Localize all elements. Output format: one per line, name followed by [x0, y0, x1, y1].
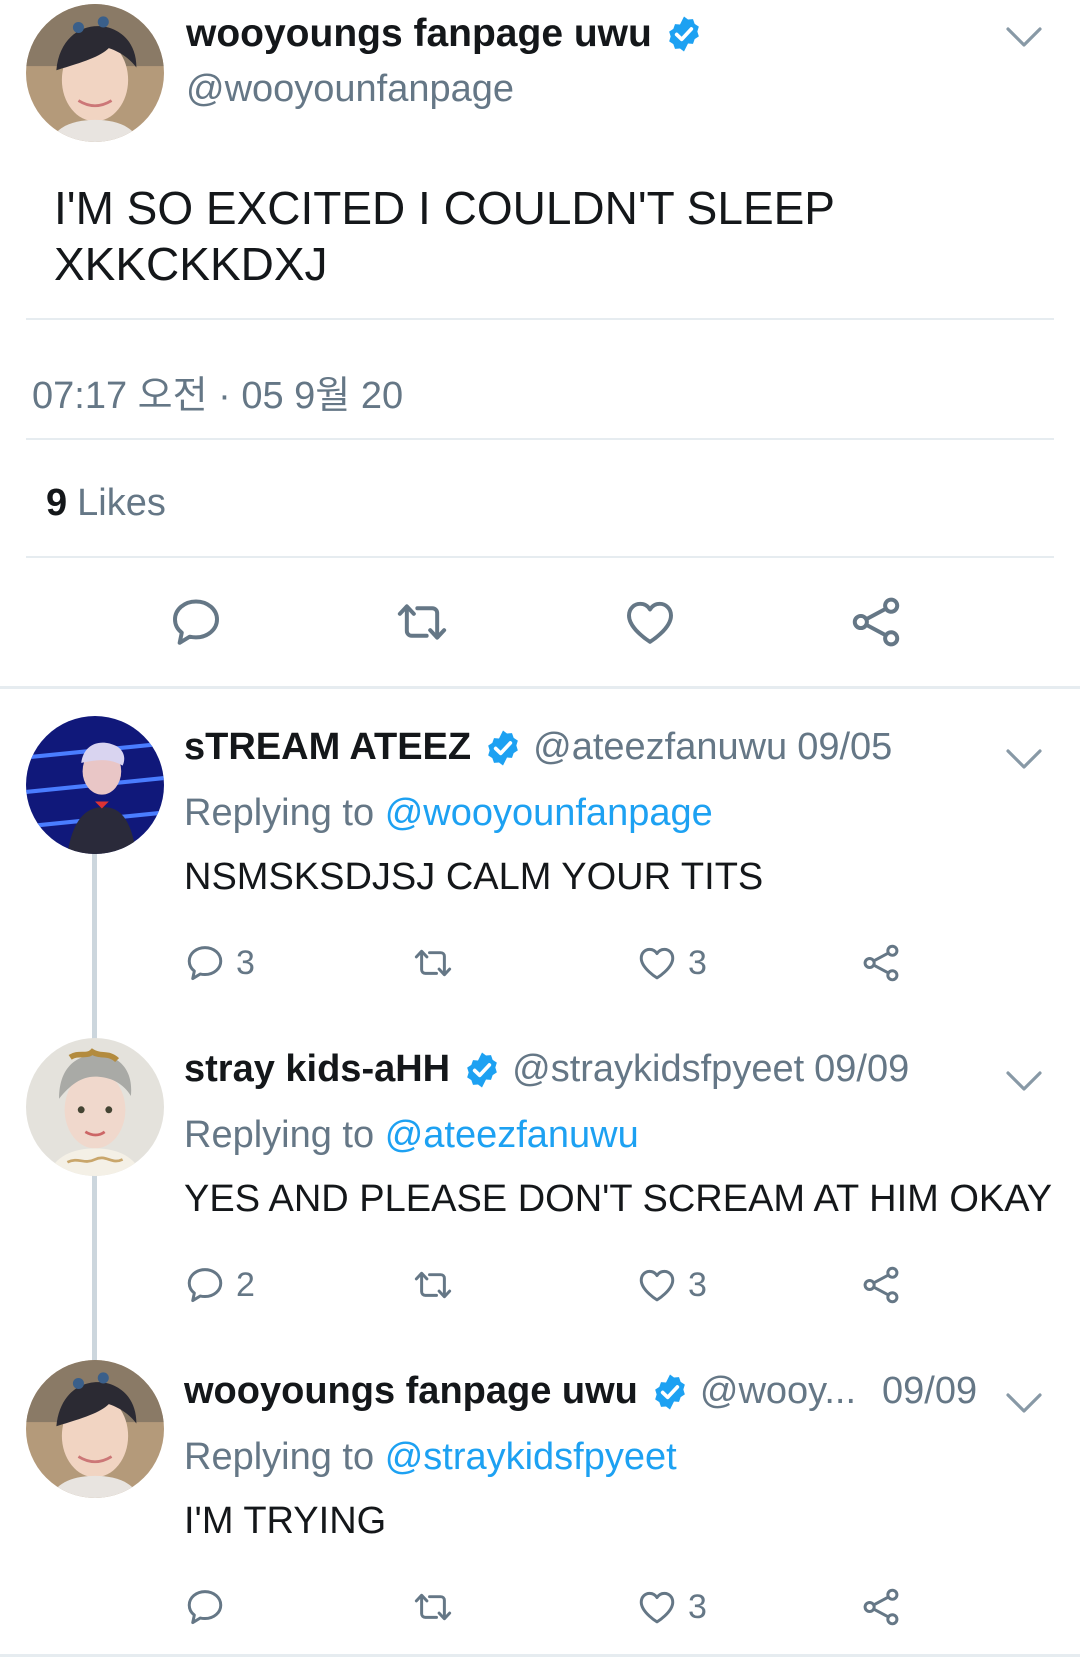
reply-icon	[184, 1264, 226, 1306]
reply-button[interactable]: 2	[184, 1264, 255, 1306]
share-button[interactable]	[860, 1264, 902, 1306]
like-button[interactable]: 3	[636, 1264, 707, 1306]
replying-to-link[interactable]: @wooyounfanpage	[385, 792, 713, 834]
thread-line	[92, 1174, 97, 1370]
tweet-date: 09/05	[797, 726, 893, 768]
author-name-row[interactable]: stray kids-aHH @straykidsfpyeet 09/09	[184, 1048, 909, 1091]
avatar[interactable]	[26, 716, 164, 854]
tweet-timestamp[interactable]: 07:17 오전 · 05 9월 20	[32, 364, 403, 419]
tweet-date: 09/09	[814, 1048, 910, 1090]
replying-to-label: Replying to	[184, 1114, 375, 1156]
like-icon	[636, 942, 678, 984]
like-button[interactable]: 3	[636, 942, 707, 984]
likes-count: 9	[46, 482, 68, 524]
retweet-button[interactable]	[412, 1264, 464, 1306]
avatar[interactable]	[26, 4, 164, 142]
replying-to-label: Replying to	[184, 1436, 375, 1478]
like-icon	[636, 1586, 678, 1628]
tweet-text: NSMSKSDJSJ CALM YOUR TITS	[184, 856, 764, 898]
retweet-icon	[412, 1264, 454, 1306]
display-name[interactable]: sTREAM ATEEZ	[184, 726, 471, 769]
share-icon	[860, 1264, 902, 1306]
share-icon	[860, 1586, 902, 1628]
reply-tweet[interactable]: sTREAM ATEEZ @ateezfanuwu 09/05 Replying…	[0, 716, 1080, 1048]
divider	[26, 438, 1054, 440]
divider	[26, 556, 1054, 558]
retweet-button[interactable]	[412, 1586, 464, 1628]
retweet-icon	[412, 942, 454, 984]
profile-photo	[26, 716, 164, 854]
tweet-thread-page: wooyoungs fanpage uwu @wooyounfanpage I'…	[0, 0, 1080, 1675]
verified-badge-icon	[664, 14, 704, 54]
share-icon	[860, 942, 902, 984]
verified-badge-icon	[650, 1372, 690, 1412]
like-button[interactable]	[622, 594, 678, 650]
like-icon	[622, 594, 678, 650]
chevron-down-icon[interactable]	[1004, 746, 1044, 772]
likes-label: Likes	[77, 482, 166, 524]
reply-tweet[interactable]: wooyoungs fanpage uwu @wooy... 09/09 Rep…	[0, 1360, 1080, 1650]
avatar[interactable]	[26, 1360, 164, 1498]
reply-count: 2	[236, 1265, 255, 1304]
retweet-icon	[394, 594, 450, 650]
replying-to: Replying to @straykidsfpyeet	[184, 1436, 677, 1479]
like-icon	[636, 1264, 678, 1306]
section-separator	[0, 1654, 1080, 1657]
retweet-icon	[412, 1586, 454, 1628]
replying-to-label: Replying to	[184, 792, 375, 834]
tweet-text: I'M SO EXCITED I COULDN'T SLEEP XKKCKKDX…	[54, 182, 835, 290]
chevron-down-icon[interactable]	[1004, 1068, 1044, 1094]
author-name-row[interactable]: wooyoungs fanpage uwu @wooy... 09/09	[184, 1370, 977, 1413]
profile-photo	[26, 4, 164, 142]
replying-to-link[interactable]: @ateezfanuwu	[385, 1114, 639, 1156]
verified-badge-icon	[462, 1050, 502, 1090]
author-name-row[interactable]: sTREAM ATEEZ @ateezfanuwu 09/05	[184, 726, 892, 769]
reply-count: 3	[236, 943, 255, 982]
reply-icon	[168, 594, 224, 650]
share-button[interactable]	[848, 594, 904, 650]
profile-photo	[26, 1360, 164, 1498]
share-button[interactable]	[860, 942, 902, 984]
main-tweet: wooyoungs fanpage uwu @wooyounfanpage I'…	[0, 0, 1080, 688]
divider	[26, 318, 1054, 320]
chevron-down-icon[interactable]	[1004, 1390, 1044, 1416]
thread-line	[92, 852, 97, 1048]
like-count: 3	[688, 1265, 707, 1304]
like-button[interactable]: 3	[636, 1586, 707, 1628]
share-icon	[848, 594, 904, 650]
tweet-text: YES AND PLEASE DON'T SCREAM AT HIM OKAY	[184, 1178, 1053, 1220]
avatar[interactable]	[26, 1038, 164, 1176]
reply-tweet[interactable]: stray kids-aHH @straykidsfpyeet 09/09 Re…	[0, 1038, 1080, 1370]
section-separator	[0, 686, 1080, 689]
reply-icon	[184, 1586, 226, 1628]
reply-icon	[184, 942, 226, 984]
reply-button[interactable]	[184, 1586, 236, 1628]
like-count: 3	[688, 943, 707, 982]
retweet-button[interactable]	[412, 942, 464, 984]
user-handle[interactable]: @ateezfanuwu	[533, 726, 787, 769]
profile-photo	[26, 1038, 164, 1176]
retweet-button[interactable]	[394, 594, 450, 650]
like-count: 3	[688, 1587, 707, 1626]
tweet-date: 09/09	[882, 1370, 978, 1412]
likes-summary[interactable]: 9 Likes	[46, 482, 166, 525]
replying-to-link[interactable]: @straykidsfpyeet	[385, 1436, 677, 1478]
reply-button[interactable]: 3	[184, 942, 255, 984]
verified-badge-icon	[483, 728, 523, 768]
author-name-row[interactable]: wooyoungs fanpage uwu	[186, 12, 704, 56]
user-handle[interactable]: @wooyounfanpage	[186, 68, 514, 111]
user-handle[interactable]: @wooy...	[700, 1370, 856, 1413]
display-name[interactable]: stray kids-aHH	[184, 1048, 450, 1091]
display-name[interactable]: wooyoungs fanpage uwu	[186, 12, 652, 56]
replying-to: Replying to @wooyounfanpage	[184, 792, 713, 835]
user-handle[interactable]: @straykidsfpyeet	[512, 1048, 804, 1091]
display-name[interactable]: wooyoungs fanpage uwu	[184, 1370, 638, 1413]
tweet-text: I'M TRYING	[184, 1500, 387, 1542]
chevron-down-icon[interactable]	[1004, 24, 1044, 50]
reply-button[interactable]	[168, 594, 224, 650]
share-button[interactable]	[860, 1586, 902, 1628]
replying-to: Replying to @ateezfanuwu	[184, 1114, 639, 1157]
